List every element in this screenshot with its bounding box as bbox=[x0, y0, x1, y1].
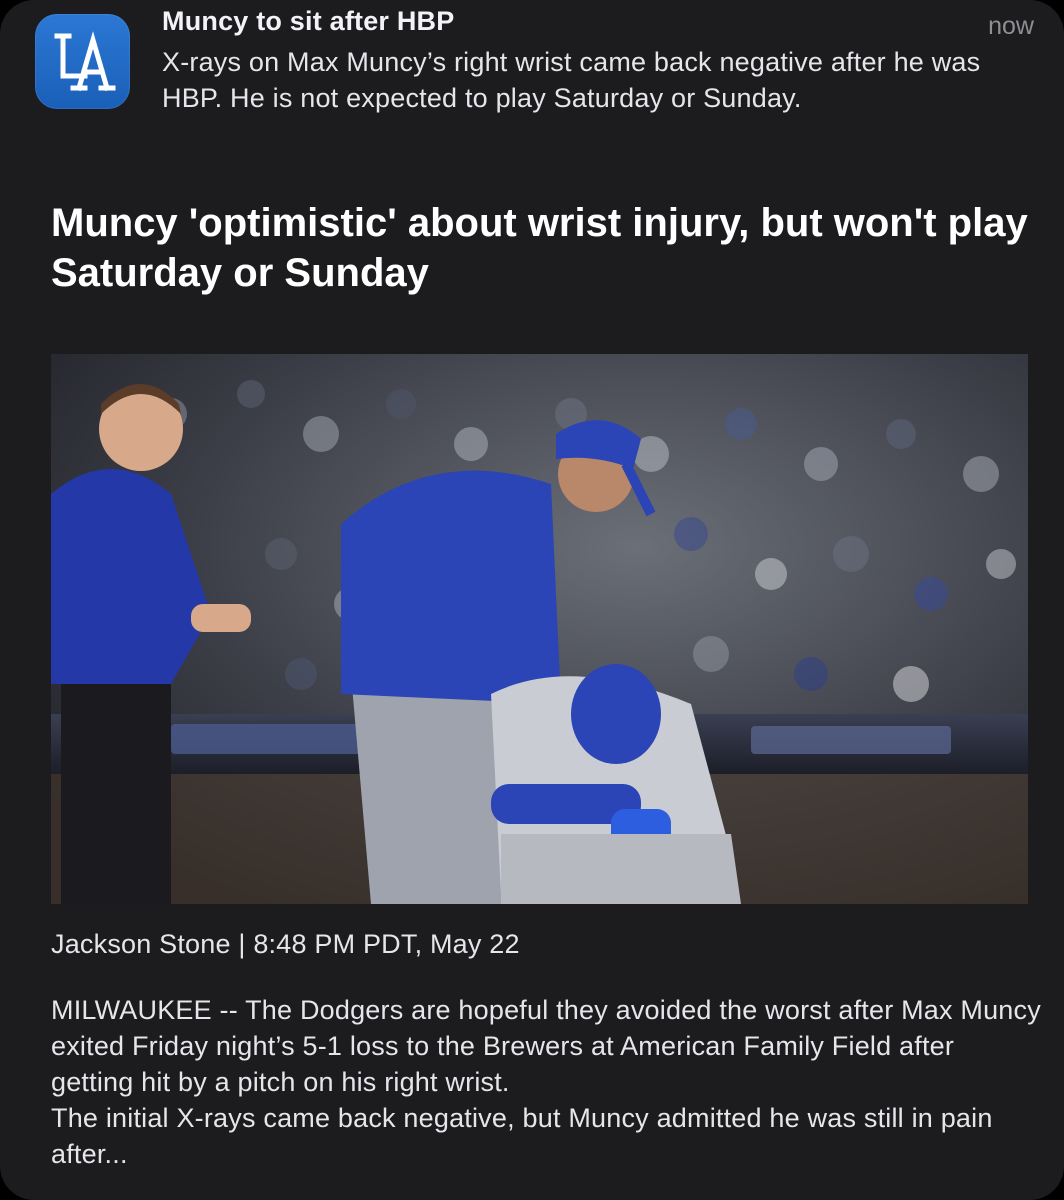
notification-body: X-rays on Max Muncy’s right wrist came b… bbox=[162, 47, 981, 113]
news-card[interactable]: Muncy to sit after HBP now X-rays on Max… bbox=[0, 0, 1064, 1200]
article-paragraph: MILWAUKEE -- The Dodgers are hopeful the… bbox=[51, 995, 1041, 1097]
notification-title: Muncy to sit after HBP bbox=[162, 6, 455, 36]
article-photo[interactable] bbox=[51, 354, 1028, 904]
article-paragraph: The initial X-rays came back negative, b… bbox=[51, 1103, 993, 1169]
la-dodgers-logo-icon bbox=[35, 14, 130, 109]
article-headline[interactable]: Muncy 'optimistic' about wrist injury, b… bbox=[51, 198, 1031, 298]
article-body: MILWAUKEE -- The Dodgers are hopeful the… bbox=[51, 992, 1041, 1172]
notification-banner[interactable]: Muncy to sit after HBP now X-rays on Max… bbox=[0, 0, 1064, 130]
notification-time: now bbox=[988, 12, 1034, 40]
article-byline: Jackson Stone | 8:48 PM PDT, May 22 bbox=[51, 929, 520, 959]
